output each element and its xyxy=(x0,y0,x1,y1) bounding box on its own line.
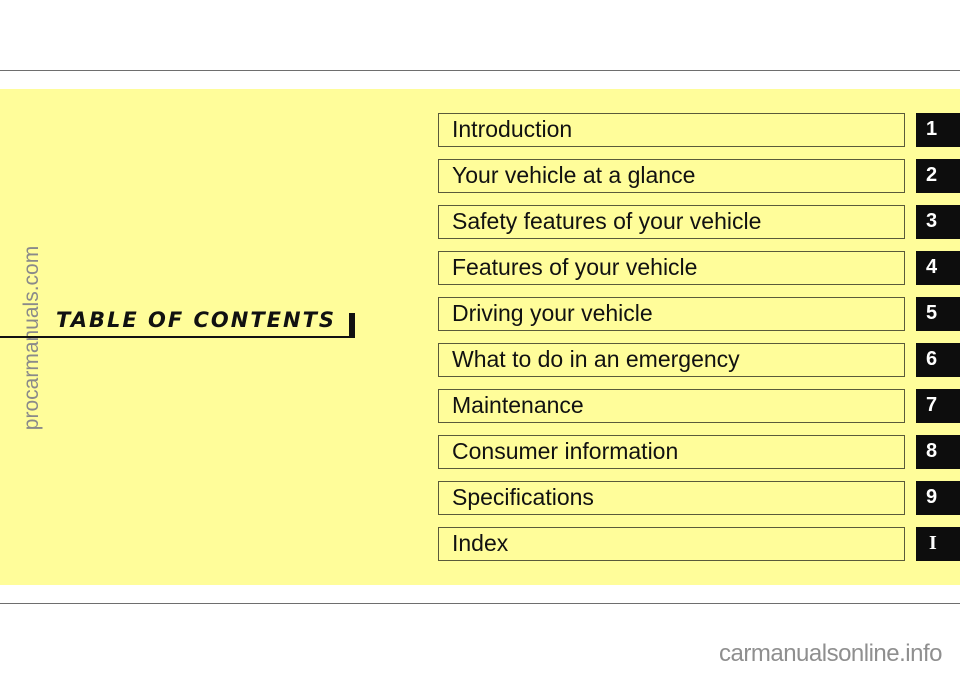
toc-item-label: Your vehicle at a glance xyxy=(452,162,696,188)
title-end-bar xyxy=(349,313,355,338)
toc-item-label: What to do in an emergency xyxy=(452,346,740,372)
chapter-tab[interactable]: 9 xyxy=(916,481,960,515)
toc-item[interactable]: Consumer information xyxy=(438,435,905,469)
toc-item[interactable]: Index xyxy=(438,527,905,561)
toc-item[interactable]: Your vehicle at a glance xyxy=(438,159,905,193)
chapter-tab[interactable]: 1 xyxy=(916,113,960,147)
toc-item-label: Specifications xyxy=(452,484,594,510)
toc-item[interactable]: What to do in an emergency xyxy=(438,343,905,377)
toc-item[interactable]: Safety features of your vehicle xyxy=(438,205,905,239)
toc-item[interactable]: Features of your vehicle xyxy=(438,251,905,285)
chapter-tab-number: 4 xyxy=(926,256,938,278)
chapter-tab-number: 3 xyxy=(926,210,938,232)
chapter-tab-number: 8 xyxy=(926,440,938,462)
chapter-tab[interactable]: 7 xyxy=(916,389,960,423)
chapter-tab[interactable]: 5 xyxy=(916,297,960,331)
toc-item-label: Index xyxy=(452,530,509,556)
chapter-tab-number: 2 xyxy=(926,164,938,186)
page-title: TABLE OF CONTENTS xyxy=(56,308,337,332)
chapter-tab-number: I xyxy=(929,532,937,554)
chapter-tab-number: 5 xyxy=(926,302,938,324)
toc-item-label: Features of your vehicle xyxy=(452,254,698,280)
toc-item-label: Introduction xyxy=(452,116,573,142)
chapter-tab[interactable]: 3 xyxy=(916,205,960,239)
chapter-tab-number: 1 xyxy=(926,118,938,140)
chapter-tab[interactable]: 6 xyxy=(916,343,960,377)
toc-item[interactable]: Specifications xyxy=(438,481,905,515)
top-divider xyxy=(0,70,960,71)
chapter-tab[interactable]: 8 xyxy=(916,435,960,469)
toc-item-label: Maintenance xyxy=(452,392,584,418)
chapter-tab[interactable]: 2 xyxy=(916,159,960,193)
toc-item-label: Consumer information xyxy=(452,438,679,464)
toc-item[interactable]: Introduction xyxy=(438,113,905,147)
bottom-watermark: carmanualsonline.info xyxy=(719,640,942,667)
toc-item[interactable]: Driving your vehicle xyxy=(438,297,905,331)
chapter-tab-number: 6 xyxy=(926,348,938,370)
title-underline xyxy=(0,336,350,338)
side-watermark: procarmanuals.com xyxy=(20,245,43,431)
toc-item[interactable]: Maintenance xyxy=(438,389,905,423)
toc-item-label: Driving your vehicle xyxy=(452,300,653,326)
chapter-tab-number: 7 xyxy=(926,394,938,416)
chapter-tab-number: 9 xyxy=(926,486,938,508)
bottom-divider xyxy=(0,603,960,604)
chapter-tab[interactable]: I xyxy=(916,527,960,561)
toc-item-label: Safety features of your vehicle xyxy=(452,208,762,234)
chapter-tab[interactable]: 4 xyxy=(916,251,960,285)
